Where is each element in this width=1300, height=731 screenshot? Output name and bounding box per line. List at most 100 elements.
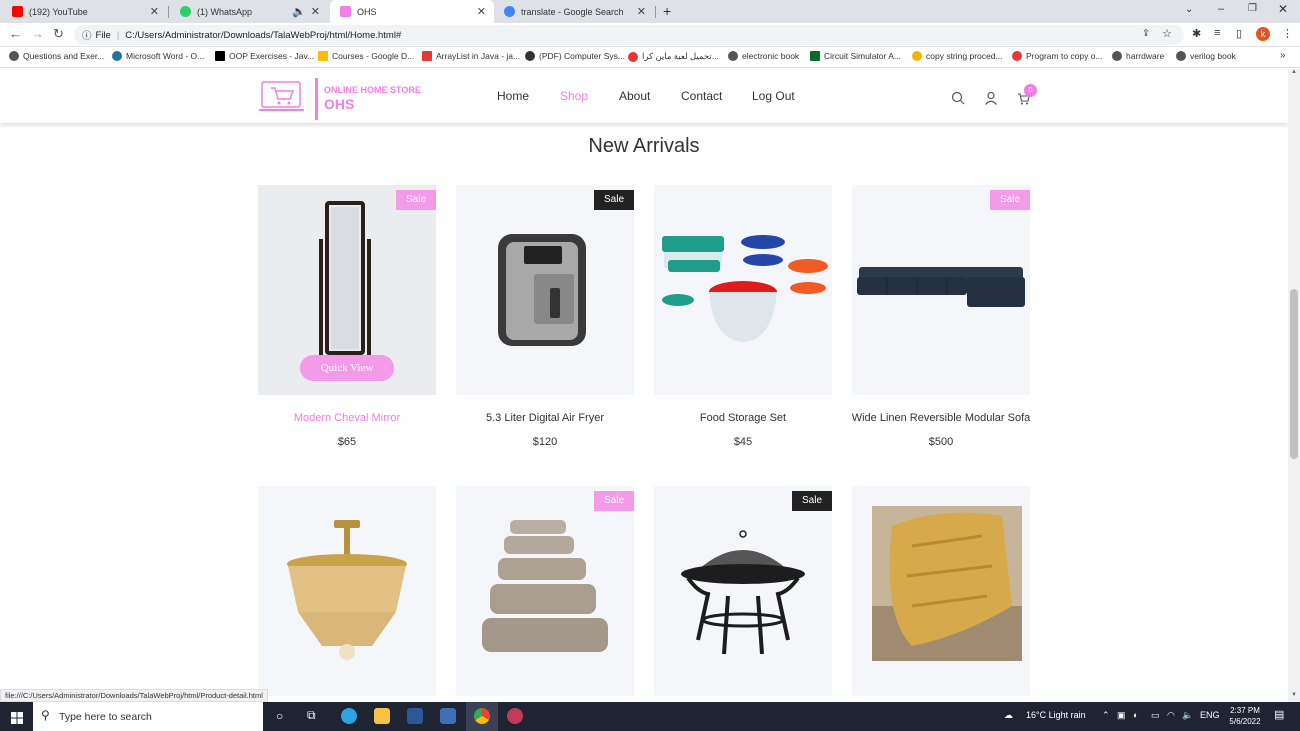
scrollbar-thumb[interactable] bbox=[1290, 289, 1298, 459]
close-tab-icon[interactable]: ✕ bbox=[311, 5, 320, 18]
bookmark-item[interactable]: (PDF) Computer Sys... bbox=[525, 51, 625, 61]
tab-youtube[interactable]: (192) YouTube ✕ bbox=[2, 0, 167, 23]
food-storage-image bbox=[662, 235, 828, 342]
nav-logout[interactable]: Log Out bbox=[752, 89, 795, 103]
edge-icon[interactable] bbox=[341, 708, 357, 724]
reading-list-icon[interactable]: ≡ bbox=[1214, 27, 1220, 39]
product-name[interactable]: Food Storage Set bbox=[644, 412, 842, 424]
tray-chevron-icon[interactable]: ⌃ bbox=[1102, 710, 1110, 721]
close-window-icon[interactable]: ✕ bbox=[1278, 2, 1288, 16]
weather-text[interactable]: 16°C Light rain bbox=[1026, 710, 1086, 720]
nav-about[interactable]: About bbox=[619, 89, 650, 103]
bookmark-item[interactable]: Program to copy o... bbox=[1012, 51, 1103, 61]
network-icon[interactable]: ▭ bbox=[1151, 710, 1160, 721]
task-view-icon[interactable]: ⧉ bbox=[307, 708, 316, 723]
app-icon[interactable] bbox=[440, 708, 456, 724]
chrome-taskbar-active[interactable] bbox=[466, 702, 498, 731]
bookmark-item[interactable]: verilog book bbox=[1176, 51, 1236, 61]
address-bar[interactable]: ⓘ File | C:/Users/Administrator/Download… bbox=[74, 25, 1184, 45]
tray-app-icon[interactable]: ▣ bbox=[1117, 710, 1126, 721]
language-indicator[interactable]: ENG bbox=[1200, 710, 1220, 720]
close-tab-icon[interactable]: ✕ bbox=[637, 5, 646, 18]
volume-icon[interactable]: 🔈 bbox=[1182, 710, 1193, 721]
wifi-icon[interactable]: ◠ bbox=[1167, 710, 1175, 721]
product-name[interactable]: Modern Cheval Mirror bbox=[248, 412, 446, 424]
new-tab-button[interactable]: + bbox=[663, 3, 671, 19]
bookmark-item[interactable]: Circuit Simulator A... bbox=[810, 51, 901, 61]
product-card[interactable]: Sale bbox=[456, 185, 634, 395]
reload-icon[interactable]: ↻ bbox=[53, 26, 64, 42]
page-scrollbar[interactable]: ▲ ▼ bbox=[1288, 69, 1300, 702]
more-bookmarks-icon[interactable]: » bbox=[1280, 50, 1286, 61]
clock-date: 5/6/2022 bbox=[1229, 717, 1261, 726]
user-icon[interactable] bbox=[984, 91, 998, 110]
cart-logo-icon[interactable] bbox=[258, 79, 306, 115]
close-tab-icon[interactable]: ✕ bbox=[150, 5, 159, 18]
tab-whatsapp[interactable]: (1) WhatsApp 🔈 ✕ bbox=[170, 0, 328, 23]
file-explorer-icon[interactable] bbox=[374, 708, 390, 724]
chandelier-image bbox=[287, 520, 407, 660]
restore-icon[interactable]: ❐ bbox=[1248, 3, 1257, 14]
bookmark-item[interactable]: Courses - Google D... bbox=[318, 51, 414, 61]
clock[interactable]: 2:37 PM 5/6/2022 bbox=[1224, 705, 1266, 727]
sale-badge: Sale bbox=[791, 491, 832, 511]
product-card[interactable]: Sale bbox=[654, 486, 832, 696]
product-card[interactable] bbox=[258, 486, 436, 696]
product-card[interactable]: Sale bbox=[456, 486, 634, 696]
taskbar-search-input[interactable]: ⚲ Type here to search bbox=[33, 702, 263, 731]
link-status-bar: file:///C:/Users/Administrator/Downloads… bbox=[0, 689, 268, 702]
nav-contact[interactable]: Contact bbox=[681, 89, 722, 103]
share-icon[interactable]: ⇪ bbox=[1142, 28, 1150, 39]
word-icon[interactable] bbox=[407, 708, 423, 724]
product-card[interactable] bbox=[654, 185, 832, 395]
profile-avatar[interactable]: k bbox=[1256, 27, 1270, 41]
nav-home[interactable]: Home bbox=[497, 89, 529, 103]
minimize-icon[interactable]: – bbox=[1218, 3, 1224, 15]
tab-label: (192) YouTube bbox=[29, 6, 88, 17]
close-tab-icon[interactable]: ✕ bbox=[477, 5, 486, 18]
page-viewport: ONLINE HOME STORE OHS Home Shop About Co… bbox=[0, 69, 1288, 702]
bookmark-item[interactable]: copy string proced... bbox=[912, 51, 1003, 61]
sale-badge: Sale bbox=[593, 190, 634, 210]
info-icon[interactable]: ⓘ bbox=[82, 28, 92, 42]
windows-start-icon[interactable] bbox=[11, 711, 23, 724]
app-icon[interactable] bbox=[507, 708, 523, 724]
cortana-icon[interactable]: ○ bbox=[276, 709, 283, 723]
bookmark-item[interactable]: ArrayList in Java - ja... bbox=[422, 51, 520, 61]
product-card[interactable]: Sale Quick View bbox=[258, 185, 436, 395]
url-text: C:/Users/Administrator/Downloads/TalaWeb… bbox=[125, 29, 402, 41]
product-name[interactable]: 5.3 Liter Digital Air Fryer bbox=[446, 412, 644, 424]
bookmark-item[interactable]: harrdware bbox=[1112, 51, 1164, 61]
tray-app-icon[interactable]: ◐ bbox=[1133, 710, 1138, 720]
weather-icon[interactable]: ☁ bbox=[1004, 710, 1013, 721]
extensions-icon[interactable]: ✱ bbox=[1192, 27, 1201, 40]
side-panel-icon[interactable]: ▯ bbox=[1236, 27, 1242, 40]
windows-taskbar: ⚲ Type here to search ○ ⧉ ☁ 16°C Light r… bbox=[0, 702, 1300, 731]
bookmark-item[interactable]: تحميل لعبة ماين كرا... bbox=[628, 51, 719, 62]
cart-count-badge: 0 bbox=[1024, 84, 1037, 97]
bookmark-item[interactable]: Microsoft Word - O... bbox=[112, 51, 204, 61]
sale-badge: Sale bbox=[593, 491, 634, 511]
mute-icon[interactable]: 🔈 bbox=[292, 5, 306, 18]
tab-google[interactable]: translate - Google Search ✕ bbox=[494, 0, 654, 23]
quick-view-button[interactable]: Quick View bbox=[300, 355, 394, 381]
forward-icon[interactable]: → bbox=[31, 26, 44, 41]
search-icon[interactable] bbox=[951, 91, 965, 110]
fire-pit-image bbox=[681, 530, 805, 655]
bookmark-item[interactable]: Questions and Exer... bbox=[9, 51, 104, 61]
nav-shop[interactable]: Shop bbox=[560, 89, 588, 103]
notifications-icon[interactable]: ▤ bbox=[1274, 708, 1284, 721]
bookmark-star-icon[interactable]: ☆ bbox=[1162, 27, 1172, 40]
tab-ohs[interactable]: OHS ✕ bbox=[330, 0, 494, 23]
product-name[interactable]: Wide Linen Reversible Modular Sofa bbox=[842, 412, 1040, 424]
menu-kebab-icon[interactable]: ⋮ bbox=[1282, 27, 1293, 40]
back-icon[interactable]: ← bbox=[9, 26, 22, 41]
product-card[interactable] bbox=[852, 486, 1030, 696]
youtube-icon bbox=[12, 6, 23, 17]
product-card[interactable]: Sale bbox=[852, 185, 1030, 395]
logo-line1: ONLINE HOME STORE bbox=[324, 85, 421, 95]
bookmark-item[interactable]: OOP Exercises - Jav... bbox=[215, 51, 314, 61]
bookmark-item[interactable]: electronic book bbox=[728, 51, 799, 61]
tab-search-icon[interactable]: ⌄ bbox=[1185, 4, 1193, 15]
bookmarks-bar: Questions and Exer... Microsoft Word - O… bbox=[0, 47, 1300, 68]
